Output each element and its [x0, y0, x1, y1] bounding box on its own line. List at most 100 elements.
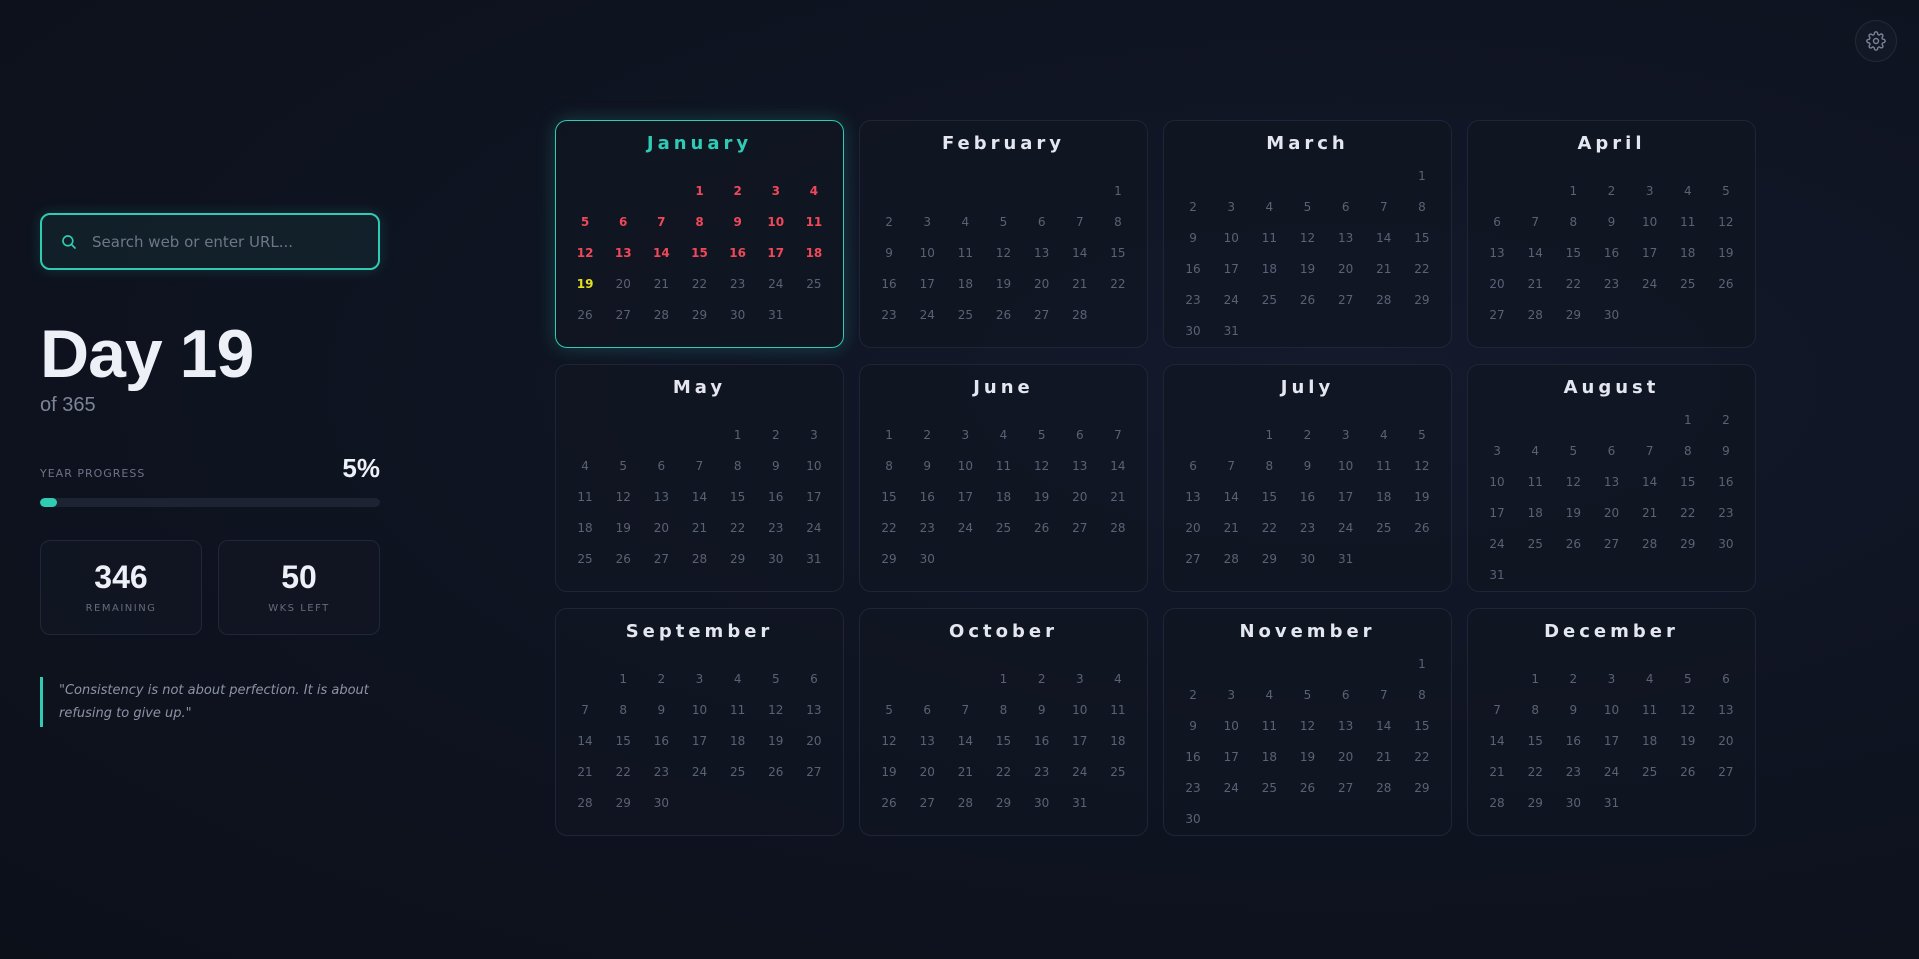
day-cell: 12 [1299, 231, 1316, 245]
day-cell: 3 [1645, 184, 1654, 198]
day-cell: 27 [653, 552, 669, 566]
day-cell: 17 [767, 246, 785, 260]
day-cell: 21 [577, 765, 593, 779]
search-bar[interactable] [40, 213, 380, 270]
month-name: August [1563, 377, 1660, 398]
day-cell: 22 [1261, 521, 1277, 535]
day-cell: 8 [1531, 703, 1540, 717]
day-cell: 7 [1227, 459, 1236, 473]
day-cell: 15 [1414, 719, 1430, 733]
day-cell: 17 [919, 277, 935, 291]
day-cell: 19 [995, 277, 1012, 291]
day-total: of 365 [40, 394, 96, 416]
day-cell: 20 [1603, 506, 1620, 520]
day-cell: 15 [1527, 734, 1543, 748]
day-cell: 22 [1527, 765, 1543, 779]
day-cell: 5 [1418, 428, 1426, 442]
day-cell: 6 [1341, 200, 1350, 214]
day-cell: 16 [1299, 490, 1316, 504]
day-cell: 23 [919, 521, 935, 535]
day-empty [604, 176, 642, 207]
day-cell: 24 [1603, 765, 1620, 779]
day-empty [870, 664, 908, 695]
day-cell: 28 [957, 796, 973, 810]
day-cell: 11 [1527, 475, 1543, 489]
day-cell: 1 [885, 428, 893, 442]
day-cell: 26 [1718, 277, 1734, 291]
day-cell: 26 [1565, 537, 1581, 551]
month-november: November 1 2 3 4 5 6 7 8 9 10 11 12 13 14 15 16 17 18 19 20 2… [1163, 608, 1452, 836]
day-cell: 13 [653, 490, 669, 504]
day-cell: 29 [1414, 293, 1430, 307]
day-cell: 11 [1261, 719, 1277, 733]
day-cell: 13 [1337, 719, 1354, 733]
day-cell: 19 [1680, 734, 1696, 748]
day-cell: 6 [923, 703, 932, 717]
day-cell: 18 [729, 734, 746, 748]
progress-bar [40, 498, 380, 507]
day-cell: 6 [1075, 428, 1084, 442]
day-cell: 27 [1489, 308, 1505, 322]
day-cell: 10 [1337, 459, 1354, 473]
year-calendar: January 1 2 3 4 5 6 7 8 9 10 11 12 13 14 15 16 17 18 19 20 21… [555, 120, 1756, 836]
day-cell: 10 [1223, 231, 1239, 245]
day-cell: 21 [957, 765, 973, 779]
day-cell: 6 [1722, 672, 1730, 686]
stat-remaining: 346 REMAINING [40, 540, 202, 635]
day-cell: 25 [1261, 781, 1277, 795]
day-today: 19 [576, 277, 594, 291]
day-cell: 4 [1379, 428, 1388, 442]
day-empty [604, 420, 642, 451]
day-cell: 10 [1223, 719, 1239, 733]
day-cell: 17 [1489, 506, 1505, 520]
day-cell: 8 [1683, 444, 1692, 458]
month-december: December 1 2 3 4 5 6 7 8 9 10 11 12 13 14 15 16 17 18 19 20 2… [1467, 608, 1756, 836]
day-cell: 27 [1033, 308, 1050, 322]
month-name: September [625, 621, 774, 642]
day-cell: 9 [733, 215, 742, 229]
day-cell: 22 [1680, 506, 1696, 520]
day-cell: 16 [919, 490, 935, 504]
day-cell: 22 [615, 765, 631, 779]
day-cell: 9 [923, 459, 932, 473]
settings-button[interactable] [1855, 20, 1897, 62]
day-cell: 22 [1565, 277, 1581, 291]
day-cell: 25 [1527, 537, 1543, 551]
day-cell: 31 [1337, 552, 1354, 566]
month-name: April [1577, 133, 1646, 154]
day-cell: 10 [1603, 703, 1620, 717]
day-cell: 1 [1265, 428, 1274, 442]
day-cell: 27 [806, 765, 822, 779]
day-cell: 15 [995, 734, 1012, 748]
day-cell: 18 [1376, 490, 1392, 504]
day-cell: 10 [1072, 703, 1088, 717]
month-march: March 1 2 3 4 5 6 7 8 9 10 11 12 13 14 15 16 17 18 19 20 21 22… [1163, 120, 1452, 348]
day-cell: 17 [1337, 490, 1354, 504]
day-cell: 28 [1527, 308, 1543, 322]
month-name: January [646, 133, 753, 154]
progress-label: YEAR PROGRESS [40, 467, 146, 480]
day-cell: 25 [1376, 521, 1392, 535]
day-cell: 15 [1110, 246, 1126, 260]
progress-percent: 5% [342, 453, 380, 483]
day-cell: 22 [881, 521, 897, 535]
day-cell: 26 [768, 765, 784, 779]
day-cell: 26 [881, 796, 897, 810]
day-cell: 30 [653, 796, 669, 810]
day-cell: 22 [995, 765, 1012, 779]
day-cell: 2 [1037, 672, 1046, 686]
day-cell: 3 [1227, 200, 1236, 214]
stat-value: 346 [94, 559, 148, 595]
day-cell: 9 [657, 703, 666, 717]
day-cell: 28 [1376, 781, 1392, 795]
day-cell: 1 [1531, 672, 1540, 686]
day-cell: 19 [1414, 490, 1430, 504]
day-cell: 20 [806, 734, 822, 748]
day-cell: 9 [885, 246, 893, 260]
day-cell: 25 [1110, 765, 1126, 779]
day-cell: 8 [619, 703, 628, 717]
day-cell: 16 [768, 490, 784, 504]
day-cell: 10 [806, 459, 822, 473]
day-cell: 4 [809, 184, 819, 198]
search-input[interactable] [92, 232, 360, 251]
